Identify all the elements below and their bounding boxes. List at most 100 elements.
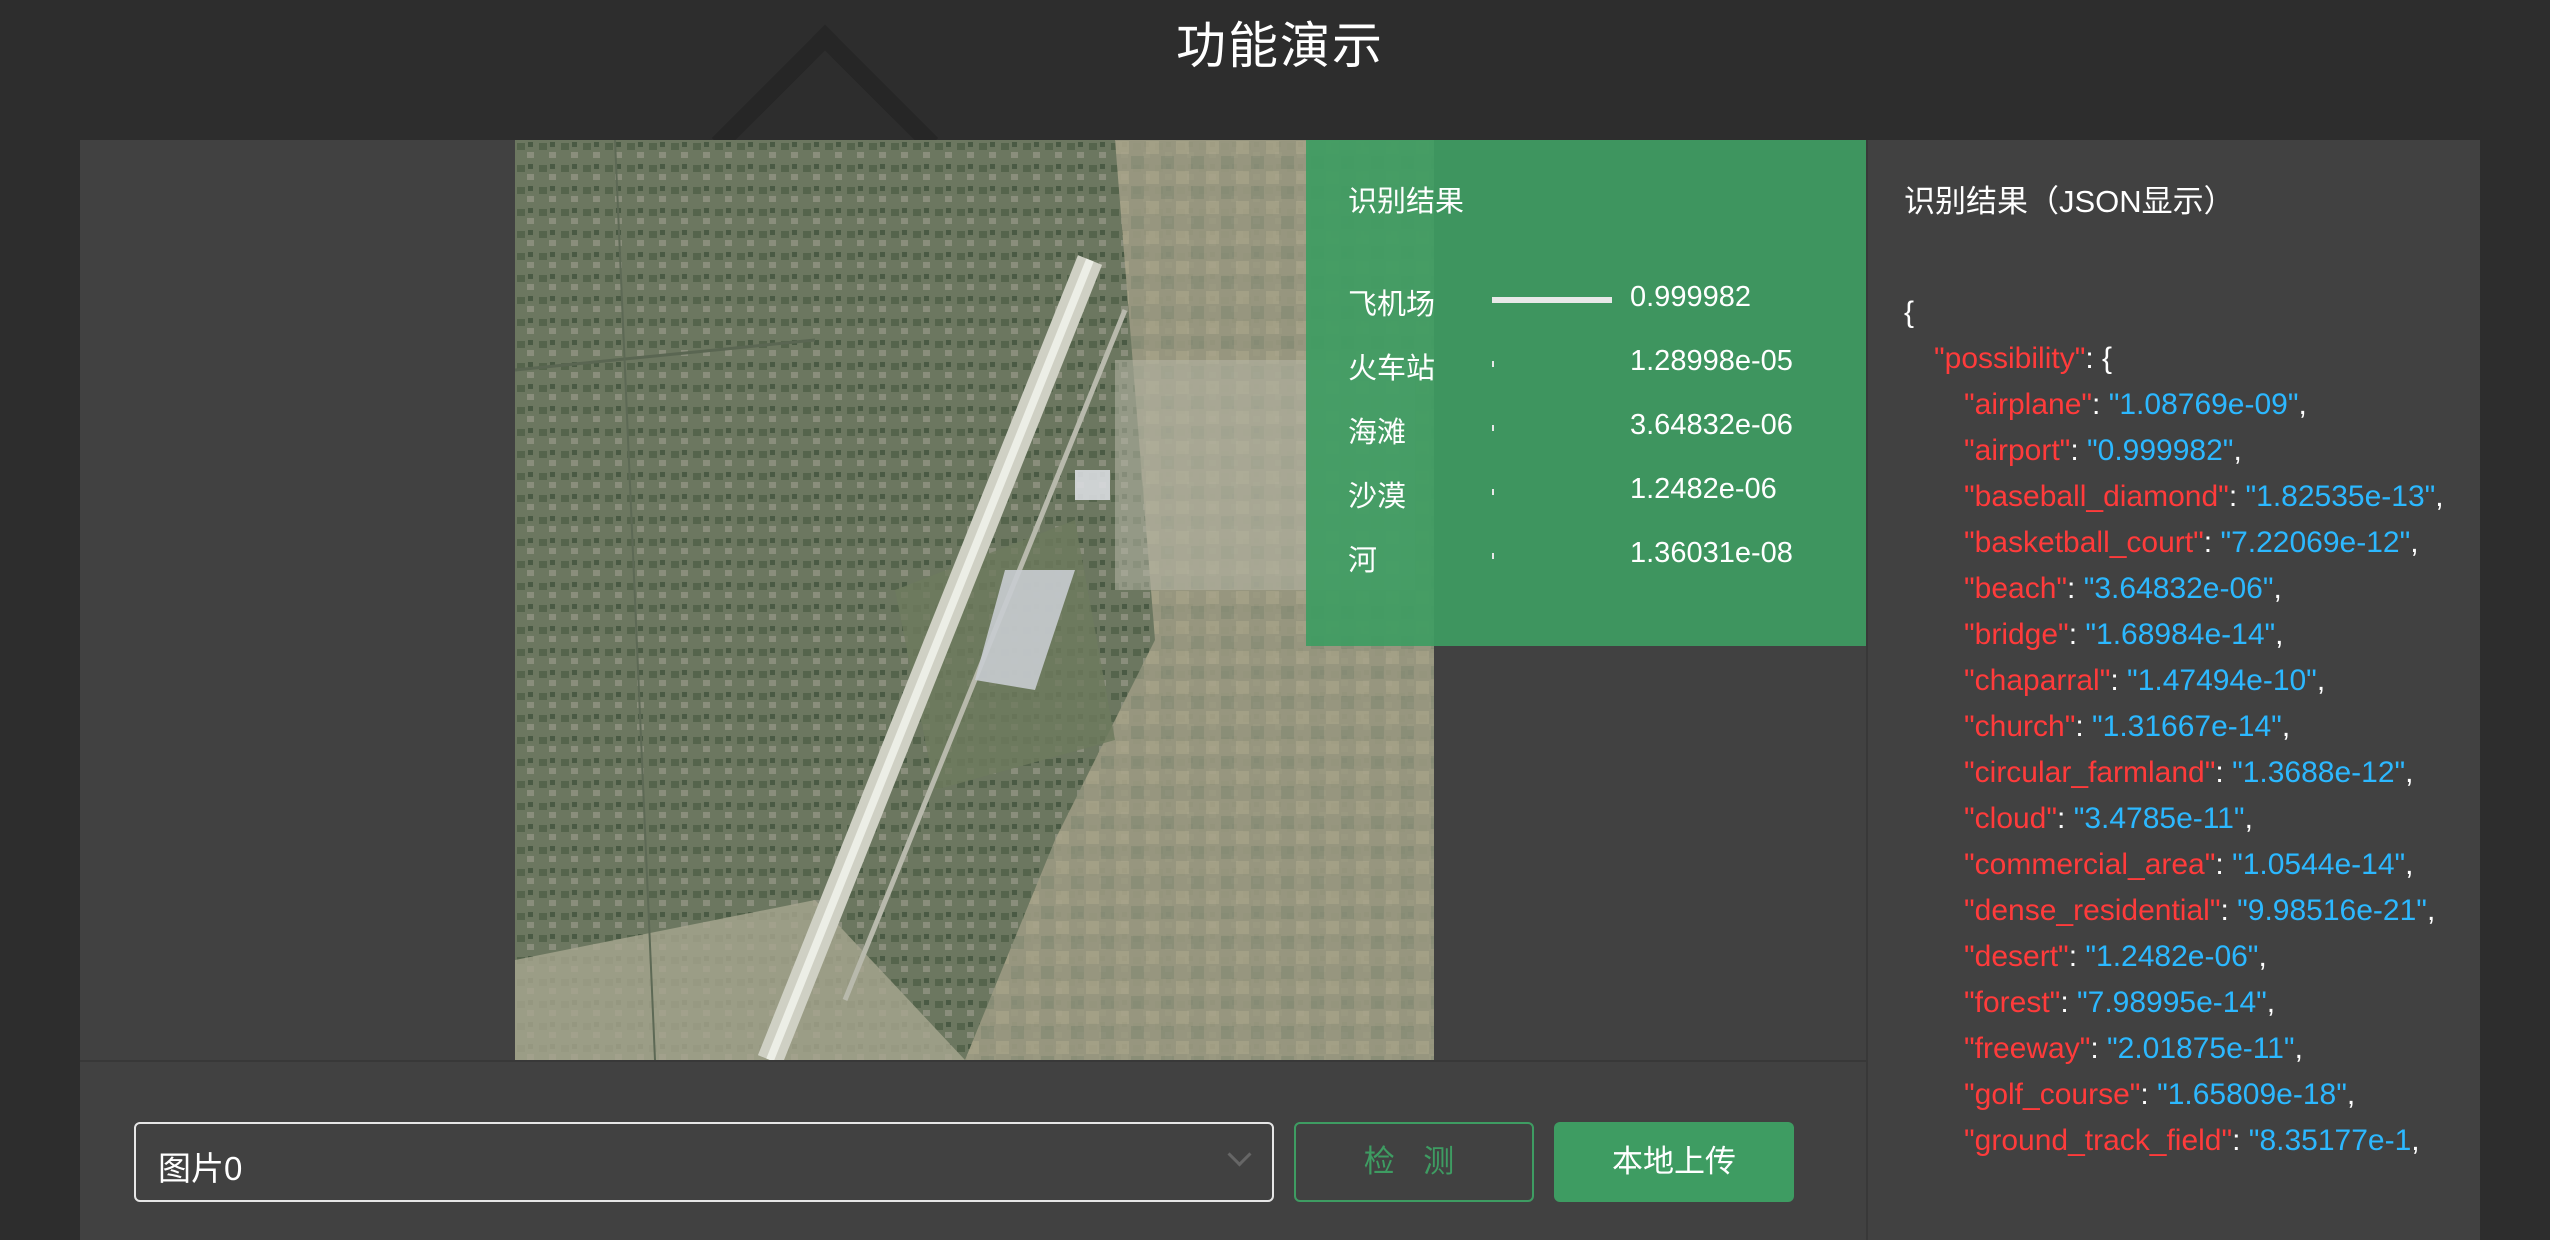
json-colon: : <box>2203 526 2221 559</box>
json-key: "desert" <box>1964 940 2069 973</box>
result-value: 1.36031e-08 <box>1630 537 1793 569</box>
json-key: "circular_farmland" <box>1964 756 2216 789</box>
json-comma: , <box>2281 710 2291 743</box>
json-comma: , <box>2298 388 2307 421</box>
result-value: 3.64832e-06 <box>1630 409 1793 441</box>
json-comma: , <box>2233 434 2242 467</box>
json-value: "1.0544e-14" <box>2232 848 2406 881</box>
json-entry: "airport": "0.999982", <box>1904 428 2449 474</box>
chevron-down-icon <box>1227 1142 1252 1167</box>
json-value: "1.3688e-12" <box>2232 756 2406 789</box>
json-value: "1.2482e-06" <box>2085 940 2259 973</box>
image-workspace: 识别结果 飞机场 0.999982 火车站 1.28998e-05 海滩 3.6… <box>80 140 1866 1202</box>
result-row: 河 1.36031e-08 <box>1348 537 1848 577</box>
json-comma: , <box>2275 618 2284 651</box>
json-key: "dense_residential" <box>1964 894 2221 927</box>
json-colon: : <box>2228 480 2246 513</box>
json-value: "1.08769e-09" <box>2108 388 2299 421</box>
result-label: 海滩 <box>1348 417 1407 449</box>
json-open-brace: { <box>1904 296 1915 329</box>
json-comma: , <box>2435 480 2444 513</box>
result-label: 火车站 <box>1348 353 1436 385</box>
json-colon: : <box>2232 1124 2249 1157</box>
json-colon: : <box>2090 1032 2108 1065</box>
json-entry: "ground_track_field": "8.35177e-1, <box>1904 1118 2449 1164</box>
json-entry: "dense_residential": "9.98516e-21", <box>1904 888 2449 934</box>
json-comma: , <box>2258 940 2267 973</box>
json-panel-title: 识别结果（JSON显示） <box>1904 184 2235 219</box>
json-key: "church" <box>1964 710 2076 743</box>
page-title: 功能演示 <box>1176 18 1384 74</box>
satellite-image <box>515 140 1434 1060</box>
json-key: "commercial_area" <box>1964 848 2216 881</box>
json-value: "3.64832e-06" <box>2083 572 2274 605</box>
json-value: "1.82535e-13" <box>2245 480 2436 513</box>
json-value: "3.4785e-11" <box>2073 802 2245 835</box>
json-comma: , <box>2244 802 2253 835</box>
image-select[interactable]: 图片0 <box>134 1122 1274 1202</box>
json-colon: : <box>2070 434 2088 467</box>
json-entry: "basketball_court": "7.22069e-12", <box>1904 520 2449 566</box>
json-comma: , <box>2273 572 2282 605</box>
json-entry: "forest": "7.98995e-14", <box>1904 980 2449 1026</box>
local-upload-button[interactable]: 本地上传 <box>1554 1122 1794 1202</box>
probability-bar <box>1492 425 1612 431</box>
json-root-line: "possibility": { <box>1904 336 2449 382</box>
json-colon: : <box>2092 388 2109 421</box>
json-key: "bridge" <box>1964 618 2069 651</box>
json-entry: "desert": "1.2482e-06", <box>1904 934 2449 980</box>
json-entries: "airplane": "1.08769e-09", "airport": "0.… <box>1904 382 2449 1164</box>
json-colon: : <box>2067 572 2084 605</box>
result-value: 0.999982 <box>1630 281 1751 313</box>
result-row: 海滩 3.64832e-06 <box>1348 409 1848 449</box>
json-entry: "golf_course": "1.65809e-18", <box>1904 1072 2449 1118</box>
json-value: "1.47494e-10" <box>2127 664 2317 697</box>
result-title: 识别结果 <box>1348 186 1465 218</box>
json-result-panel: 识别结果（JSON显示） { "possibility": { "airplan… <box>1866 140 2482 1240</box>
result-value: 1.28998e-05 <box>1630 345 1793 377</box>
recognition-result-overlay: 识别结果 飞机场 0.999982 火车站 1.28998e-05 海滩 3.6… <box>1306 140 1866 646</box>
probability-bar <box>1492 361 1612 367</box>
json-comma: , <box>2411 1124 2420 1157</box>
result-row: 沙漠 1.2482e-06 <box>1348 473 1848 513</box>
json-colon: : <box>2140 1078 2158 1111</box>
json-comma: , <box>2405 848 2414 881</box>
probability-bar <box>1492 297 1612 303</box>
json-colon: : <box>2068 618 2086 651</box>
json-value: "9.98516e-21" <box>2237 894 2427 927</box>
json-comma: , <box>2405 756 2414 789</box>
json-value: "8.35177e-1 <box>2248 1124 2412 1157</box>
json-colon: : <box>2110 664 2128 697</box>
result-label: 河 <box>1348 545 1378 577</box>
json-entry: "bridge": "1.68984e-14", <box>1904 612 2449 658</box>
json-comma: , <box>2426 894 2436 927</box>
json-entry: "airplane": "1.08769e-09", <box>1904 382 2449 428</box>
json-entry: "beach": "3.64832e-06", <box>1904 566 2449 612</box>
json-value: "2.01875e-11" <box>2107 1032 2295 1065</box>
json-colon: : <box>2220 894 2238 927</box>
json-colon: : <box>2075 710 2093 743</box>
json-entry: "baseball_diamond": "1.82535e-13", <box>1904 474 2449 520</box>
json-comma: , <box>2346 1078 2356 1111</box>
json-key: "beach" <box>1964 572 2068 605</box>
json-key: "chaparral" <box>1964 664 2111 697</box>
json-comma: , <box>2316 664 2326 697</box>
json-colon: : <box>2060 986 2077 1019</box>
json-entry: "commercial_area": "1.0544e-14", <box>1904 842 2449 888</box>
json-key: "airplane" <box>1964 388 2093 421</box>
controls-bar: 图片0 检 测 本地上传 <box>80 1062 1866 1222</box>
detect-button[interactable]: 检 测 <box>1294 1122 1534 1202</box>
json-punct: : { <box>2085 342 2113 375</box>
json-value: "1.31667e-14" <box>2092 710 2282 743</box>
result-row: 火车站 1.28998e-05 <box>1348 345 1848 385</box>
json-comma: , <box>2266 986 2276 1019</box>
json-entry: "circular_farmland": "1.3688e-12", <box>1904 750 2449 796</box>
json-entry: "cloud": "3.4785e-11", <box>1904 796 2449 842</box>
json-key: "forest" <box>1964 986 2061 1019</box>
json-entry: "church": "1.31667e-14", <box>1904 704 2449 750</box>
result-label: 飞机场 <box>1348 289 1436 321</box>
probability-bar <box>1492 553 1612 559</box>
json-colon: : <box>2057 802 2074 835</box>
json-colon: : <box>2068 940 2086 973</box>
json-colon: : <box>2215 848 2233 881</box>
